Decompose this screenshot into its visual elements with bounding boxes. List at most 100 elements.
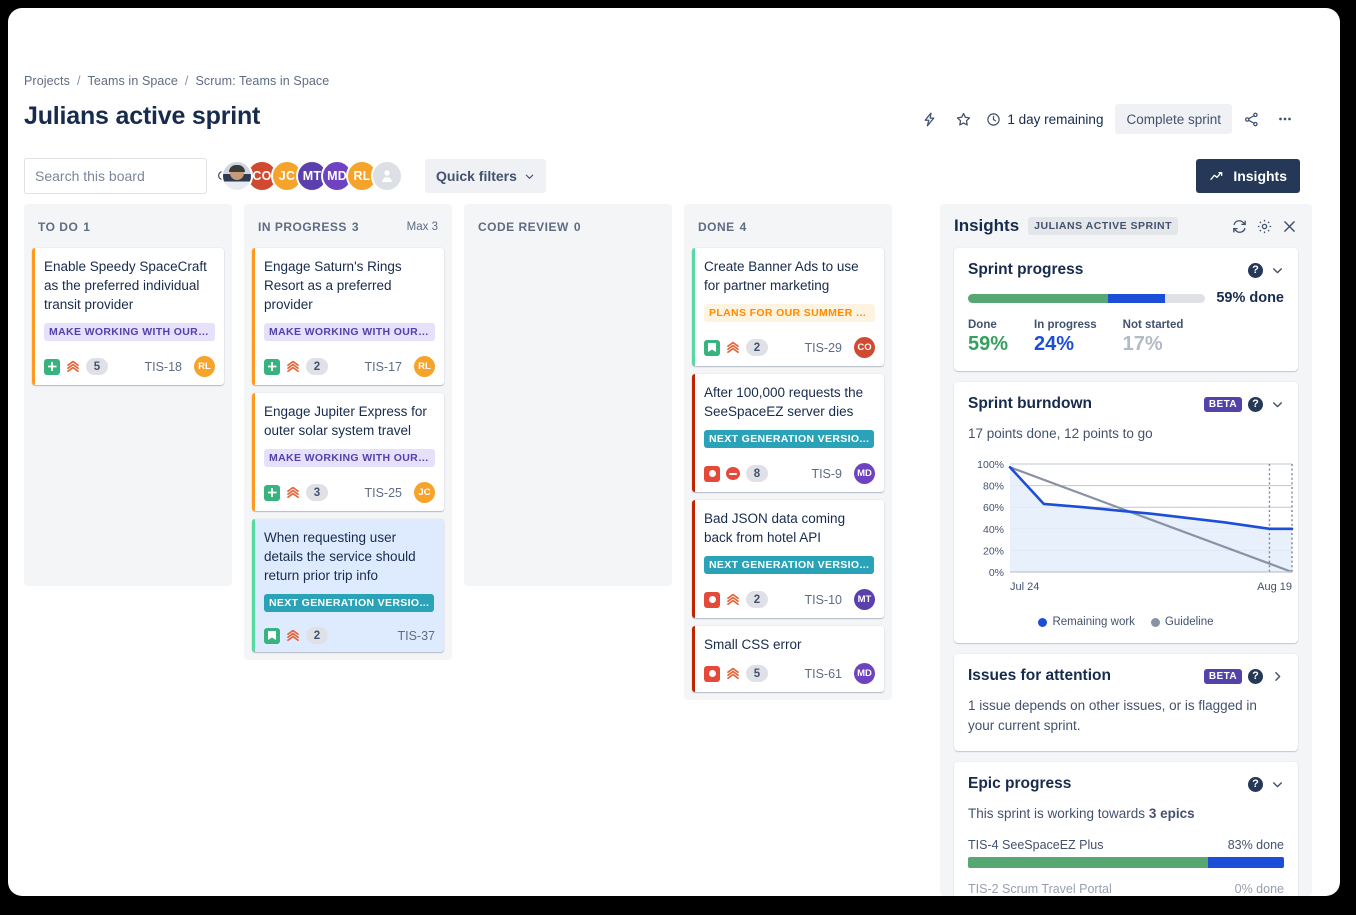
svg-text:80%: 80% [983, 481, 1004, 493]
board-card[interactable]: Engage Saturn's Rings Resort as a prefer… [252, 248, 444, 385]
sprint-progress-label: 59% done [1216, 290, 1284, 306]
issue-key[interactable]: TIS-61 [804, 667, 842, 681]
chevron-down-icon[interactable] [1271, 778, 1284, 791]
avatar-group: COJCMTMDRL [221, 160, 403, 192]
column-count: 4 [740, 220, 747, 234]
progress-segment-in-progress [1108, 294, 1165, 303]
board-card[interactable]: After 100,000 requests the SeeSpaceEZ se… [692, 374, 884, 492]
insights-panel-header: Insights JULIANS ACTIVE SPRINT [954, 216, 1298, 236]
issue-key[interactable]: TIS-37 [397, 629, 435, 643]
issue-key[interactable]: TIS-25 [364, 486, 402, 500]
issues-attention-header: Issues for attention BETA ? [968, 667, 1284, 685]
progress-stat: Not started17% [1123, 319, 1184, 356]
epic-name: TIS-4 SeeSpaceEZ Plus [968, 838, 1103, 852]
card-epic-chip[interactable]: MAKE WORKING WITH OUR ... [264, 449, 435, 467]
board-card[interactable]: Small CSS error5TIS-61MD [692, 626, 884, 692]
epic-percent: 0% done [1235, 882, 1284, 896]
insights-button[interactable]: Insights [1196, 159, 1300, 193]
svg-text:60%: 60% [983, 502, 1004, 514]
sprint-burndown-subtitle: 17 points done, 12 points to go [968, 424, 1284, 444]
priority-high-icon [286, 629, 300, 643]
issue-key[interactable]: TIS-10 [804, 593, 842, 607]
complete-sprint-button[interactable]: Complete sprint [1115, 104, 1232, 134]
search-input[interactable] [35, 168, 216, 184]
star-icon[interactable] [948, 104, 978, 134]
card-assignee-avatar[interactable]: MD [854, 463, 875, 484]
board-card[interactable]: Create Banner Ads to use for partner mar… [692, 248, 884, 366]
page-title: Julians active sprint [24, 102, 260, 131]
lightning-icon[interactable] [914, 104, 944, 134]
issue-key[interactable]: TIS-17 [364, 360, 402, 374]
search-box[interactable] [24, 158, 207, 194]
card-footer: 8TIS-9MD [704, 463, 875, 484]
more-actions-icon[interactable] [1270, 104, 1300, 134]
progress-stat: Done59% [968, 319, 1008, 356]
browser-window: Projects / Teams in Space / Scrum: Teams… [8, 8, 1340, 896]
insights-sprint-badge: JULIANS ACTIVE SPRINT [1028, 217, 1178, 235]
card-footer: 2 TIS-10 MT [704, 589, 875, 610]
card-assignee-avatar[interactable]: MD [854, 663, 875, 684]
close-icon[interactable] [1281, 218, 1298, 235]
breadcrumb-item-scrum-board[interactable]: Scrum: Teams in Space [195, 74, 329, 88]
card-epic-chip[interactable]: NEXT GENERATION VERSIO... [704, 430, 874, 448]
card-epic-chip[interactable]: MAKE WORKING WITH OUR ... [44, 323, 215, 341]
gear-icon[interactable] [1256, 218, 1273, 235]
clock-icon [986, 112, 1001, 127]
sprint-progress-header: Sprint progress ? [968, 261, 1284, 279]
avatar-photo[interactable] [221, 160, 253, 192]
board-card[interactable]: Bad JSON data coming back from hotel API… [692, 500, 884, 618]
card-assignee-avatar[interactable]: JC [414, 482, 435, 503]
column-max: Max 3 [407, 221, 438, 233]
epic-progress-row[interactable]: TIS-2 Scrum Travel Portal0% done [968, 882, 1284, 896]
issue-type-story-icon [264, 359, 280, 375]
story-points-badge: 2 [746, 339, 768, 356]
chevron-down-icon[interactable] [1271, 264, 1284, 277]
insights-button-label: Insights [1233, 168, 1287, 184]
issue-key[interactable]: TIS-9 [811, 467, 842, 481]
board-card[interactable]: Enable Speedy SpaceCraft as the preferre… [32, 248, 224, 385]
story-points-badge: 2 [306, 627, 328, 644]
card-footer: 2 TIS-29 CO [704, 337, 875, 358]
help-icon[interactable]: ? [1248, 777, 1263, 792]
card-epic-chip[interactable]: MAKE WORKING WITH OUR ... [264, 323, 435, 341]
avatar-anonymous[interactable] [371, 160, 403, 192]
card-assignee-avatar[interactable]: RL [414, 356, 435, 377]
sprint-burndown-header: Sprint burndown BETA ? [968, 395, 1284, 413]
card-title: Enable Speedy SpaceCraft as the preferre… [44, 257, 215, 314]
help-icon[interactable]: ? [1248, 669, 1263, 684]
priority-high-icon [66, 360, 80, 374]
chevron-right-icon[interactable] [1271, 670, 1284, 683]
refresh-icon[interactable] [1231, 218, 1248, 235]
board-card[interactable]: When requesting user details the service… [252, 519, 444, 652]
breadcrumb-separator: / [77, 74, 81, 88]
breadcrumb-item-projects[interactable]: Projects [24, 74, 70, 88]
epic-row-labels: TIS-4 SeeSpaceEZ Plus83% done [968, 838, 1284, 852]
help-icon[interactable]: ? [1248, 397, 1263, 412]
board-column-done: DONE4Create Banner Ads to use for partne… [684, 204, 892, 700]
card-assignee-avatar[interactable]: MT [854, 589, 875, 610]
issue-key[interactable]: TIS-18 [144, 360, 182, 374]
card-epic-chip[interactable]: NEXT GENERATION VERSIO... [704, 556, 874, 574]
breadcrumb-item-teams-in-space[interactable]: Teams in Space [88, 74, 178, 88]
epic-progress-list: TIS-4 SeeSpaceEZ Plus83% done TIS-2 Scrum… [968, 838, 1284, 896]
column-header: TO DO1 [32, 214, 224, 248]
chevron-down-icon[interactable] [1271, 398, 1284, 411]
quick-filters-button[interactable]: Quick filters [425, 159, 546, 193]
column-name: IN PROGRESS [258, 220, 347, 234]
card-epic-chip[interactable]: PLANS FOR OUR SUMMER S... [704, 304, 875, 322]
burndown-legend: Remaining workGuideline [968, 616, 1284, 628]
card-assignee-avatar[interactable]: RL [194, 356, 215, 377]
card-title: After 100,000 requests the SeeSpaceEZ se… [704, 383, 875, 421]
card-epic-chip[interactable]: NEXT GENERATION VERSIO... [264, 594, 434, 612]
card-assignee-avatar[interactable]: CO [854, 337, 875, 358]
beta-badge: BETA [1204, 397, 1242, 412]
board-card[interactable]: Engage Jupiter Express for outer solar s… [252, 393, 444, 511]
svg-text:0%: 0% [989, 567, 1004, 579]
help-icon[interactable]: ? [1248, 263, 1263, 278]
story-points-badge: 2 [746, 591, 768, 608]
svg-text:40%: 40% [983, 524, 1004, 536]
epic-progress-row[interactable]: TIS-4 SeeSpaceEZ Plus83% done [968, 838, 1284, 868]
share-icon[interactable] [1236, 104, 1266, 134]
issue-key[interactable]: TIS-29 [804, 341, 842, 355]
sprint-progress-title: Sprint progress [968, 261, 1083, 279]
